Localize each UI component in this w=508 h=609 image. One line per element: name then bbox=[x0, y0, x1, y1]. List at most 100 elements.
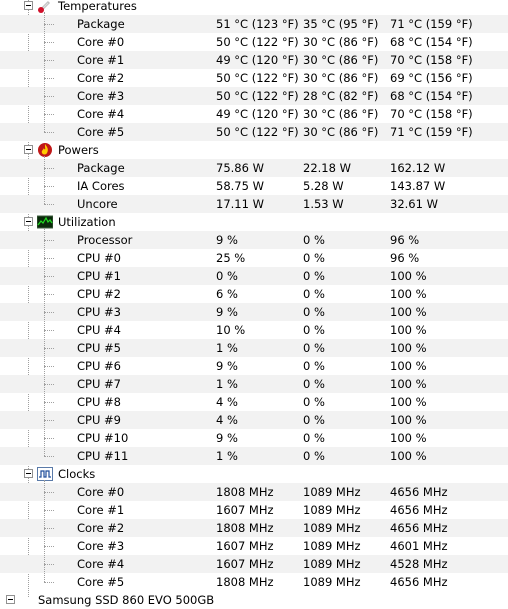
sensor-max: 4601 MHz bbox=[390, 539, 448, 553]
collapse-toggle-icon[interactable] bbox=[24, 469, 33, 478]
power-flame-icon bbox=[37, 142, 53, 158]
sensor-row[interactable]: Core #4 49 °C (120 °F) 30 °C (86 °F) 70 °C … bbox=[0, 105, 508, 123]
sensor-row[interactable]: Core #4 1607 MHz 1089 MHz 4528 MHz bbox=[0, 555, 508, 573]
sensor-row[interactable]: Core #0 50 °C (122 °F) 30 °C (86 °F) 68 °C … bbox=[0, 33, 508, 51]
sensor-label: Package bbox=[77, 161, 125, 175]
sensor-max: 68 °C (154 °F) bbox=[390, 35, 473, 49]
category-label: Powers bbox=[58, 143, 99, 157]
sensor-value: 1607 MHz bbox=[216, 557, 274, 571]
sensor-row[interactable]: Core #3 50 °C (122 °F) 28 °C (82 °F) 68 °C … bbox=[0, 87, 508, 105]
sensor-value: 10 % bbox=[216, 323, 246, 337]
sensor-value: 51 °C (123 °F) bbox=[216, 17, 299, 31]
sensor-min: 0 % bbox=[303, 341, 325, 355]
collapse-toggle-icon[interactable] bbox=[24, 1, 33, 10]
sensor-row[interactable]: Core #1 49 °C (120 °F) 30 °C (86 °F) 70 °C … bbox=[0, 51, 508, 69]
tree-connector bbox=[44, 492, 54, 493]
sensor-label: Core #2 bbox=[77, 521, 125, 535]
tree-connector bbox=[44, 228, 45, 456]
sensor-label: Core #3 bbox=[77, 89, 125, 103]
sensor-value: 50 °C (122 °F) bbox=[216, 71, 299, 85]
tree-connector bbox=[44, 294, 54, 295]
sensor-label: CPU #0 bbox=[77, 251, 121, 265]
sensor-row[interactable]: CPU #0 25 % 0 % 96 % bbox=[0, 249, 508, 267]
sensor-label: Core #2 bbox=[77, 71, 125, 85]
sensor-row[interactable]: Core #5 1808 MHz 1089 MHz 4656 MHz bbox=[0, 573, 508, 591]
tree-connector bbox=[44, 168, 54, 169]
device-node-partial[interactable]: Samsung SSD 860 EVO 500GB bbox=[0, 591, 508, 609]
tree-connector bbox=[44, 312, 54, 313]
sensor-max: 100 % bbox=[390, 269, 427, 283]
sensor-value: 6 % bbox=[216, 287, 238, 301]
sensor-row[interactable]: Package 51 °C (123 °F) 35 °C (95 °F) 71 °C … bbox=[0, 15, 508, 33]
sensor-row[interactable]: Core #0 1808 MHz 1089 MHz 4656 MHz bbox=[0, 483, 508, 501]
clock-wave-icon bbox=[37, 466, 53, 482]
sensor-row[interactable]: Core #5 50 °C (122 °F) 30 °C (86 °F) 71 °C … bbox=[0, 123, 508, 141]
collapse-toggle-icon[interactable] bbox=[24, 145, 33, 154]
sensor-max: 4656 MHz bbox=[390, 503, 448, 517]
sensor-value: 4 % bbox=[216, 413, 238, 427]
tree-connector bbox=[44, 330, 54, 331]
category-clocks[interactable]: Clocks bbox=[0, 465, 508, 483]
sensor-min: 0 % bbox=[303, 413, 325, 427]
sensor-min: 1089 MHz bbox=[303, 503, 361, 517]
sensor-row[interactable]: Package 75.86 W 22.18 W 162.12 W bbox=[0, 159, 508, 177]
collapse-toggle-icon[interactable] bbox=[24, 217, 33, 226]
sensor-row[interactable]: CPU #7 1 % 0 % 100 % bbox=[0, 375, 508, 393]
collapse-toggle-icon[interactable] bbox=[6, 595, 15, 604]
sensor-max: 100 % bbox=[390, 377, 427, 391]
sensor-min: 0 % bbox=[303, 287, 325, 301]
sensor-min: 1.53 W bbox=[303, 197, 344, 211]
sensor-row[interactable]: Core #2 1808 MHz 1089 MHz 4656 MHz bbox=[0, 519, 508, 537]
sensor-max: 4656 MHz bbox=[390, 485, 448, 499]
category-utilization[interactable]: Utilization bbox=[0, 213, 508, 231]
sensor-row[interactable]: Core #2 50 °C (122 °F) 30 °C (86 °F) 69 °C … bbox=[0, 69, 508, 87]
sensor-min: 0 % bbox=[303, 377, 325, 391]
tree-connector bbox=[44, 96, 54, 97]
sensor-label: Core #1 bbox=[77, 503, 125, 517]
tree-connector bbox=[44, 114, 54, 115]
sensor-max: 100 % bbox=[390, 413, 427, 427]
sensor-tree[interactable]: Temperatures Package 51 °C (123 °F) 35 °C (… bbox=[0, 0, 508, 607]
sensor-row[interactable]: CPU #5 1 % 0 % 100 % bbox=[0, 339, 508, 357]
category-powers[interactable]: Powers bbox=[0, 141, 508, 159]
tree-connector bbox=[44, 348, 54, 349]
sensor-row[interactable]: CPU #1 0 % 0 % 100 % bbox=[0, 267, 508, 285]
category-temperatures[interactable]: Temperatures bbox=[0, 0, 508, 15]
tree-connector bbox=[44, 78, 54, 79]
tree-connector bbox=[44, 420, 54, 421]
sensor-min: 30 °C (86 °F) bbox=[303, 35, 379, 49]
sensor-min: 0 % bbox=[303, 449, 325, 463]
sensor-max: 71 °C (159 °F) bbox=[390, 17, 473, 31]
sensor-value: 1 % bbox=[216, 377, 238, 391]
sensor-value: 50 °C (122 °F) bbox=[216, 89, 299, 103]
sensor-row[interactable]: IA Cores 58.75 W 5.28 W 143.87 W bbox=[0, 177, 508, 195]
sensor-label: Core #0 bbox=[77, 35, 125, 49]
sensor-row[interactable]: CPU #11 1 % 0 % 100 % bbox=[0, 447, 508, 465]
sensor-row[interactable]: CPU #2 6 % 0 % 100 % bbox=[0, 285, 508, 303]
category-label: Utilization bbox=[58, 215, 116, 229]
sensor-value: 1 % bbox=[216, 449, 238, 463]
sensor-label: Core #1 bbox=[77, 53, 125, 67]
sensor-row[interactable]: Core #1 1607 MHz 1089 MHz 4656 MHz bbox=[0, 501, 508, 519]
sensor-value: 1808 MHz bbox=[216, 485, 274, 499]
sensor-label: Uncore bbox=[77, 197, 118, 211]
sensor-min: 1089 MHz bbox=[303, 557, 361, 571]
tree-connector bbox=[44, 480, 45, 582]
sensor-row[interactable]: CPU #6 9 % 0 % 100 % bbox=[0, 357, 508, 375]
sensor-label: IA Cores bbox=[77, 179, 125, 193]
sensor-row[interactable]: CPU #9 4 % 0 % 100 % bbox=[0, 411, 508, 429]
sensor-min: 1089 MHz bbox=[303, 521, 361, 535]
sensor-row[interactable]: Core #3 1607 MHz 1089 MHz 4601 MHz bbox=[0, 537, 508, 555]
sensor-max: 100 % bbox=[390, 395, 427, 409]
sensor-row[interactable]: CPU #8 4 % 0 % 100 % bbox=[0, 393, 508, 411]
sensor-row[interactable]: Uncore 17.11 W 1.53 W 32.61 W bbox=[0, 195, 508, 213]
sensor-row[interactable]: CPU #10 9 % 0 % 100 % bbox=[0, 429, 508, 447]
sensor-label: CPU #3 bbox=[77, 305, 121, 319]
sensor-min: 0 % bbox=[303, 323, 325, 337]
sensor-row[interactable]: Processor 9 % 0 % 96 % bbox=[0, 231, 508, 249]
sensor-row[interactable]: CPU #4 10 % 0 % 100 % bbox=[0, 321, 508, 339]
sensor-min: 5.28 W bbox=[303, 179, 344, 193]
sensor-max: 71 °C (159 °F) bbox=[390, 125, 473, 139]
category-label: Clocks bbox=[58, 467, 96, 481]
sensor-row[interactable]: CPU #3 9 % 0 % 100 % bbox=[0, 303, 508, 321]
